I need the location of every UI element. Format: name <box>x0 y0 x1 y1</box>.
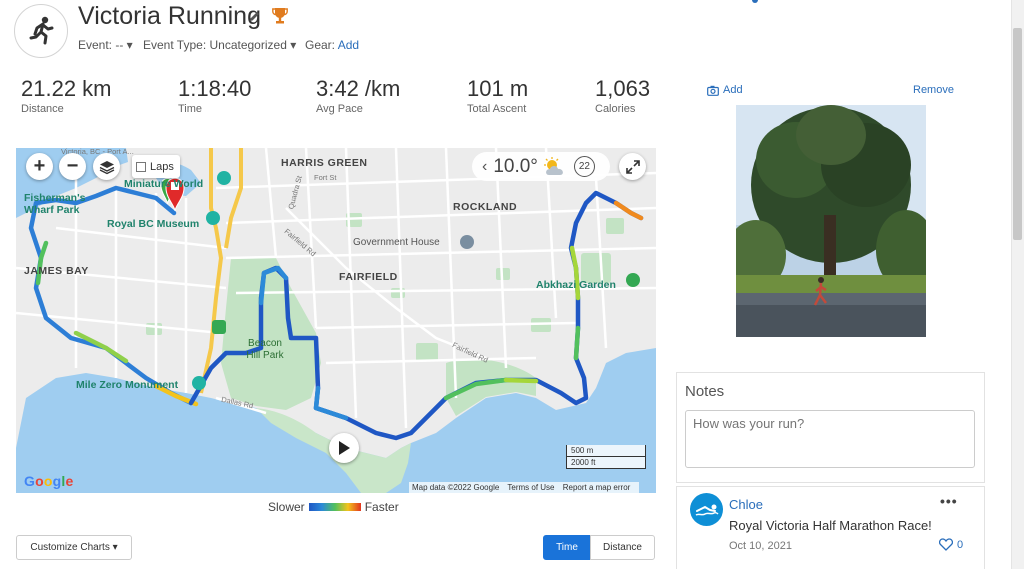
fullscreen-button[interactable] <box>619 153 646 180</box>
route-map[interactable]: HARRIS GREEN ROCKLAND JAMES BAY FAIRFIEL… <box>16 148 656 493</box>
map-label-james-bay: JAMES BAY <box>24 265 89 277</box>
google-logo: Google <box>24 473 74 489</box>
camera-icon <box>707 85 719 96</box>
stat-label: Time <box>178 103 203 115</box>
zoom-in-button[interactable]: + <box>26 153 53 180</box>
notes-title: Notes <box>685 383 725 400</box>
pace-legend: Slower Faster <box>268 500 399 514</box>
partly-cloudy-icon <box>543 156 563 175</box>
stat-distance: 21.22 km Distance <box>21 76 112 115</box>
map-label-fishermans-wharf: Fisherman's Wharf Park <box>24 192 86 216</box>
scrollbar-thumb[interactable] <box>1013 28 1022 240</box>
zoom-out-button[interactable]: − <box>59 153 86 180</box>
event-dropdown[interactable]: Event: -- ▾ <box>78 38 133 52</box>
stat-total-ascent: 101 m Total Ascent <box>467 76 528 115</box>
map-scale: 500 m 2000 ft <box>566 445 646 471</box>
trophy-icon[interactable] <box>272 7 288 30</box>
comment-date: Oct 10, 2021 <box>729 540 792 552</box>
stat-calories: 1,063 Calories <box>595 76 650 115</box>
comment-author[interactable]: Chloe <box>729 497 763 512</box>
stat-label: Avg Pace <box>316 103 363 115</box>
avatar[interactable] <box>690 493 723 526</box>
like-count: 0 <box>957 538 964 551</box>
legend-slower: Slower <box>268 500 305 514</box>
gear-label: Gear: <box>305 38 336 52</box>
terms-link[interactable]: Terms of Use <box>507 483 554 492</box>
stat-avg-pace: 3:42 /km Avg Pace <box>316 76 400 115</box>
report-error-link[interactable]: Report a map error <box>563 483 631 492</box>
stat-value: 1,063 <box>595 76 651 101</box>
stat-value: 101 m <box>467 76 529 101</box>
swimmer-icon <box>695 504 719 516</box>
map-attribution: Map data ©2022 Google Terms of Use Repor… <box>409 482 640 493</box>
chevron-left-icon[interactable]: ‹ <box>482 158 487 176</box>
stat-label: Calories <box>595 103 636 115</box>
stat-label: Distance <box>21 103 64 115</box>
remove-photo-button[interactable]: Remove <box>913 84 954 96</box>
like-button[interactable]: 0 <box>939 538 963 551</box>
map-label-miniature-world: Miniature World <box>124 178 204 190</box>
gear-field: Gear: Add <box>305 38 359 52</box>
layers-button[interactable] <box>93 153 120 180</box>
race-photo-image <box>736 105 926 337</box>
activity-photo[interactable] <box>736 105 926 337</box>
runner-icon <box>29 16 54 45</box>
scale-metric: 500 m <box>566 445 646 457</box>
map-data-credit: Map data ©2022 Google <box>412 483 500 492</box>
laps-toggle[interactable]: Laps <box>132 155 180 178</box>
distance-toggle-button[interactable]: Distance <box>590 535 655 560</box>
activity-title[interactable]: Victoria Running <box>78 2 261 31</box>
map-label-rockland: ROCKLAND <box>453 201 518 213</box>
map-label-government-house: Government House <box>353 237 440 248</box>
header-indicator <box>752 0 758 3</box>
street-fort-st: Fort St <box>314 173 337 182</box>
edit-pencil-icon[interactable] <box>248 10 261 27</box>
map-label-abkhazi-garden: Abkhazi Garden <box>536 279 616 291</box>
map-label-fairfield: FAIRFIELD <box>339 271 398 283</box>
laps-label: Laps <box>150 160 174 173</box>
map-label-harris-green: HARRIS GREEN <box>281 157 368 169</box>
wind-badge: 22 <box>573 156 595 177</box>
comment-more-menu[interactable]: ••• <box>940 493 958 509</box>
legend-faster: Faster <box>364 500 399 514</box>
layers-icon <box>99 160 114 174</box>
add-photo-label: Add <box>723 84 743 96</box>
stat-label: Total Ascent <box>467 103 527 115</box>
event-type-dropdown[interactable]: Event Type: Uncategorized ▾ <box>143 38 296 52</box>
temperature: 10.0° <box>493 155 538 177</box>
customize-charts-button[interactable]: Customize Charts ▾ <box>16 535 132 560</box>
stat-value: 1:18:40 <box>178 76 252 101</box>
laps-checkbox[interactable] <box>136 161 146 172</box>
comment-text: Royal Victoria Half Marathon Race! <box>729 518 932 533</box>
play-button[interactable] <box>329 433 359 463</box>
scale-imperial: 2000 ft <box>566 457 646 469</box>
map-label-beacon-hill: Beacon Hill Park <box>246 338 284 361</box>
map-label-royal-bc-museum: Royal BC Museum <box>107 218 200 230</box>
gear-add-link[interactable]: Add <box>338 38 359 52</box>
stat-value: 3:42 /km <box>316 76 401 101</box>
activity-type-icon <box>14 4 68 58</box>
notes-input[interactable] <box>685 410 975 468</box>
expand-icon <box>625 159 640 174</box>
play-icon <box>339 441 350 455</box>
pace-gradient-bar <box>308 503 361 511</box>
add-photo-button[interactable]: Add <box>707 84 743 96</box>
map-label-mile-zero: Mile Zero Monument <box>76 379 179 391</box>
stat-time: 1:18:40 Time <box>178 76 251 115</box>
heart-icon <box>939 538 953 551</box>
stat-value: 21.22 km <box>21 76 112 101</box>
time-toggle-button[interactable]: Time <box>543 535 591 560</box>
weather-widget: ‹ 10.0° 22 <box>472 152 610 181</box>
